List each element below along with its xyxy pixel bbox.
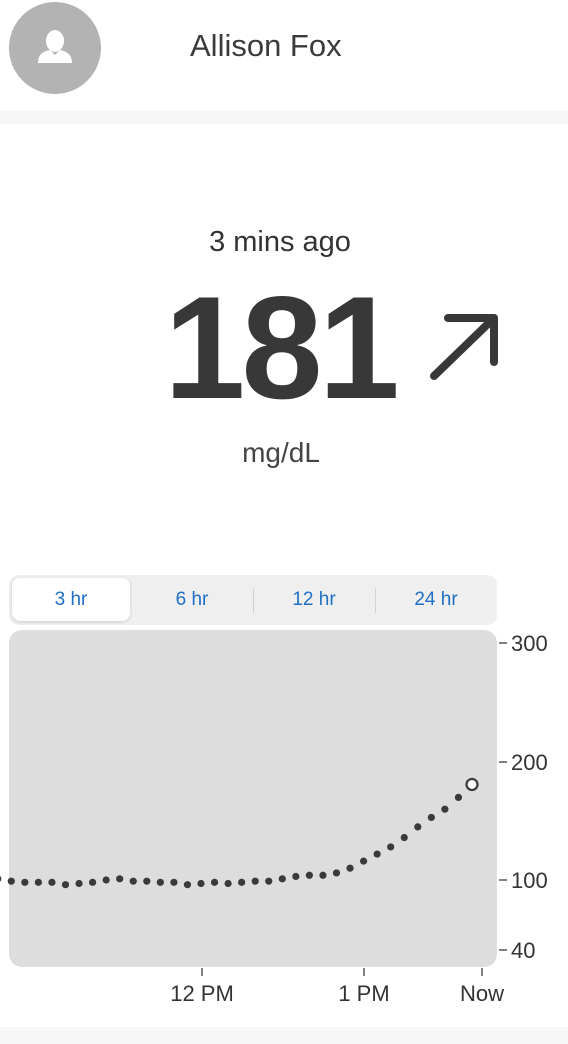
- reading-point: [332, 869, 341, 877]
- reading-point: [7, 877, 15, 885]
- glucose-unit: mg/dL: [242, 437, 320, 468]
- y-tick-label: 300: [511, 631, 548, 656]
- reading-point: [210, 878, 219, 886]
- reading-point: [89, 878, 97, 886]
- reading-point: [238, 878, 246, 886]
- reading-point: [75, 879, 83, 888]
- reading-point: [387, 843, 395, 851]
- reading-point: [305, 871, 313, 879]
- segment-divider: [375, 588, 376, 613]
- reading-point: [319, 871, 327, 879]
- reading-point: [21, 878, 29, 886]
- reading-point: [427, 813, 435, 822]
- reading-point: [414, 823, 422, 831]
- reading-point: [183, 881, 192, 889]
- reading-point: [197, 879, 205, 888]
- reading-point: [0, 876, 2, 882]
- latest-reading-point: [465, 777, 479, 792]
- reading-point: [61, 881, 70, 889]
- range-tab-6hr[interactable]: 6 hr: [133, 578, 251, 621]
- reading-point: [454, 793, 463, 801]
- header-bar: Allison Fox: [0, 0, 568, 110]
- range-tab-3hr[interactable]: 3 hr: [12, 578, 130, 621]
- reading-point: [170, 878, 178, 886]
- reading-point: [441, 805, 449, 813]
- x-tick-label: 1 PM: [338, 981, 389, 1006]
- y-tick-label: 40: [511, 938, 535, 963]
- x-tick-label: 12 PM: [170, 981, 234, 1006]
- section-divider: [0, 110, 568, 124]
- range-tab-12hr[interactable]: 12 hr: [255, 578, 373, 621]
- arrow-up-right-icon: [424, 306, 508, 395]
- person-icon: [38, 30, 72, 63]
- reading-point: [373, 850, 381, 858]
- user-name: Allison Fox: [190, 28, 342, 63]
- plot-area: [9, 630, 497, 967]
- reading-point: [102, 876, 110, 884]
- x-tick-label: Now: [460, 981, 504, 1006]
- reading-point: [143, 877, 151, 885]
- reading-point: [129, 877, 137, 885]
- y-tick-label: 100: [511, 868, 548, 893]
- segment-divider: [253, 588, 254, 613]
- reading-point: [346, 864, 354, 872]
- range-tab-24hr[interactable]: 24 hr: [377, 578, 495, 621]
- reading-point: [34, 878, 43, 886]
- bottom-bar: [0, 1027, 568, 1044]
- reading-point: [224, 879, 232, 888]
- glucose-chart: 300 200 100 40 12 PM 1 PM Now: [0, 625, 568, 1025]
- avatar[interactable]: [9, 2, 101, 94]
- reading-point: [400, 833, 408, 842]
- reading-point: [156, 878, 164, 886]
- last-reading-time: 3 mins ago: [209, 226, 351, 258]
- time-range-selector: 3 hr 6 hr 12 hr 24 hr: [9, 575, 497, 625]
- glucose-value: 181: [164, 266, 400, 429]
- reading-point: [265, 877, 273, 885]
- reading-point: [278, 875, 286, 883]
- reading-point: [48, 878, 56, 886]
- reading-point: [116, 875, 124, 883]
- reading-point: [360, 857, 368, 865]
- y-tick-label: 200: [511, 750, 548, 775]
- reading-point: [292, 872, 300, 881]
- glucose-chart-svg: 300 200 100 40 12 PM 1 PM Now: [0, 630, 548, 1006]
- reading-point: [251, 877, 259, 885]
